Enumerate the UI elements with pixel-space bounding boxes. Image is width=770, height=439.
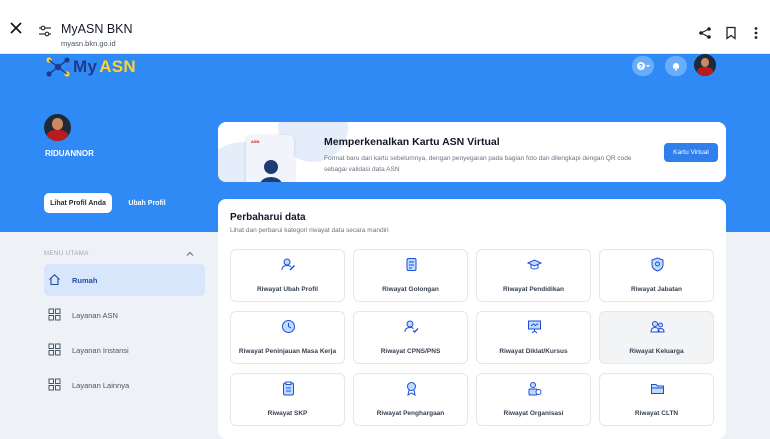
clipboard-icon	[283, 381, 294, 396]
sidebar-item-layanan-lainnya[interactable]: Layanan Lainnya	[44, 369, 205, 401]
notification-button[interactable]	[665, 56, 687, 76]
logo-text-asn: ASN	[99, 57, 137, 76]
presentation-icon	[528, 320, 541, 334]
more-vert-icon[interactable]	[749, 26, 763, 40]
tile-label: Riwayat SKP	[267, 410, 308, 417]
tile-label: Riwayat Golongan	[382, 286, 439, 293]
tile-label: Riwayat Organisasi	[503, 410, 564, 417]
folder-icon	[651, 384, 664, 394]
logo-mark-icon	[46, 57, 70, 77]
sidebar	[0, 232, 216, 433]
card-tag: ASN	[251, 139, 260, 144]
user-name: RIDUANNOR	[45, 149, 94, 158]
tile-riwayat-keluarga[interactable]: Riwayat Keluarga	[599, 311, 714, 364]
banner-description: Format baru dari kartu sebelumnya, denga…	[324, 155, 632, 173]
tile-label: Riwayat Keluarga	[629, 348, 684, 355]
user-check-icon	[404, 320, 419, 333]
edit-profile-button[interactable]: Ubah Profil	[121, 193, 173, 213]
tile-riwayat-diklat-kursus[interactable]: Riwayat Diklat/Kursus	[476, 311, 591, 364]
sidebar-heading: MENU UTAMA	[44, 251, 89, 257]
banner-title: Memperkenalkan Kartu ASN Virtual	[324, 136, 500, 148]
award-icon	[407, 382, 416, 396]
view-profile-button[interactable]: Lihat Profil Anda	[44, 193, 112, 213]
organization-icon	[528, 382, 542, 396]
tile-label: Riwayat Pendidikan	[502, 286, 565, 293]
chevron-up-icon[interactable]	[186, 250, 194, 258]
tile-riwayat-cpns-pns[interactable]: Riwayat CPNS/PNS	[353, 311, 468, 364]
asn-card-illustration: ASN	[246, 135, 294, 182]
tile-label: Riwayat Peninjauan Masa Kerja	[238, 348, 337, 355]
tile-label: Riwayat Penghargaan	[376, 410, 445, 417]
close-icon[interactable]	[8, 20, 24, 36]
bell-icon	[673, 63, 679, 71]
update-data-panel: Perbaharui data Lihat dan perbarui kateg…	[218, 199, 726, 439]
badge-icon	[651, 257, 664, 272]
tile-riwayat-penghargaan[interactable]: Riwayat Penghargaan	[353, 373, 468, 426]
grid-icon	[48, 308, 61, 321]
sidebar-item-label: Rumah	[72, 275, 98, 285]
help-button[interactable]: ?	[632, 56, 654, 76]
tile-riwayat-golongan[interactable]: Riwayat Golongan	[353, 249, 468, 302]
browser-toolbar: MyASN BKN myasn.bkn.go.id	[0, 0, 770, 54]
user-edit-icon	[281, 258, 295, 271]
tile-label: Riwayat CLTN	[634, 410, 679, 417]
tile-riwayat-ubah-profil[interactable]: Riwayat Ubah Profil	[230, 249, 345, 302]
header-avatar[interactable]	[694, 54, 716, 76]
tile-label: Riwayat CPNS/PNS	[380, 348, 441, 355]
site-settings-icon[interactable]	[38, 24, 52, 38]
svg-text:?: ?	[639, 64, 643, 71]
profile-avatar	[44, 114, 71, 141]
panel-title: Perbaharui data	[230, 212, 306, 223]
tile-label: Riwayat Ubah Profil	[256, 286, 319, 293]
myasn-logo[interactable]: My ASN	[45, 56, 136, 78]
graduation-cap-icon	[527, 259, 542, 270]
panel-description: Lihat dan perbarui kategori riwayat data…	[230, 227, 389, 234]
family-icon	[650, 321, 665, 333]
sidebar-item-layanan-instansi[interactable]: Layanan Instansi	[44, 334, 205, 366]
kartu-virtual-button[interactable]: Kartu Virtual	[664, 143, 718, 162]
page-url[interactable]: myasn.bkn.go.id	[61, 39, 116, 48]
tab-title: MyASN BKN	[61, 22, 133, 36]
share-icon[interactable]	[698, 26, 712, 40]
sidebar-item-label: Layanan Lainnya	[72, 380, 130, 390]
tile-riwayat-cltn[interactable]: Riwayat CLTN	[599, 373, 714, 426]
document-icon	[406, 258, 417, 271]
sidebar-item-rumah[interactable]: Rumah	[44, 264, 205, 296]
clock-icon	[282, 320, 295, 333]
tile-label: Riwayat Diklat/Kursus	[499, 348, 568, 355]
sidebar-item-label: Layanan ASN	[72, 310, 118, 320]
grid-icon	[48, 378, 61, 391]
grid-icon	[48, 343, 61, 356]
tile-riwayat-organisasi[interactable]: Riwayat Organisasi	[476, 373, 591, 426]
help-icon: ?	[637, 62, 650, 71]
tile-riwayat-pendidikan[interactable]: Riwayat Pendidikan	[476, 249, 591, 302]
bookmark-icon[interactable]	[724, 26, 738, 40]
sidebar-item-layanan-asn[interactable]: Layanan ASN	[44, 299, 205, 331]
tile-riwayat-peninjauan-masa-kerja[interactable]: Riwayat Peninjauan Masa Kerja	[230, 311, 345, 364]
sidebar-item-label: Layanan Instansi	[72, 345, 129, 355]
kartu-asn-banner: ASN Memperkenalkan Kartu ASN Virtual For…	[218, 122, 726, 182]
tile-riwayat-skp[interactable]: Riwayat SKP	[230, 373, 345, 426]
tile-label: Riwayat Jabatan	[631, 286, 682, 293]
home-icon	[49, 274, 60, 286]
tile-riwayat-jabatan[interactable]: Riwayat Jabatan	[599, 249, 714, 302]
logo-text-my: My	[73, 57, 98, 76]
